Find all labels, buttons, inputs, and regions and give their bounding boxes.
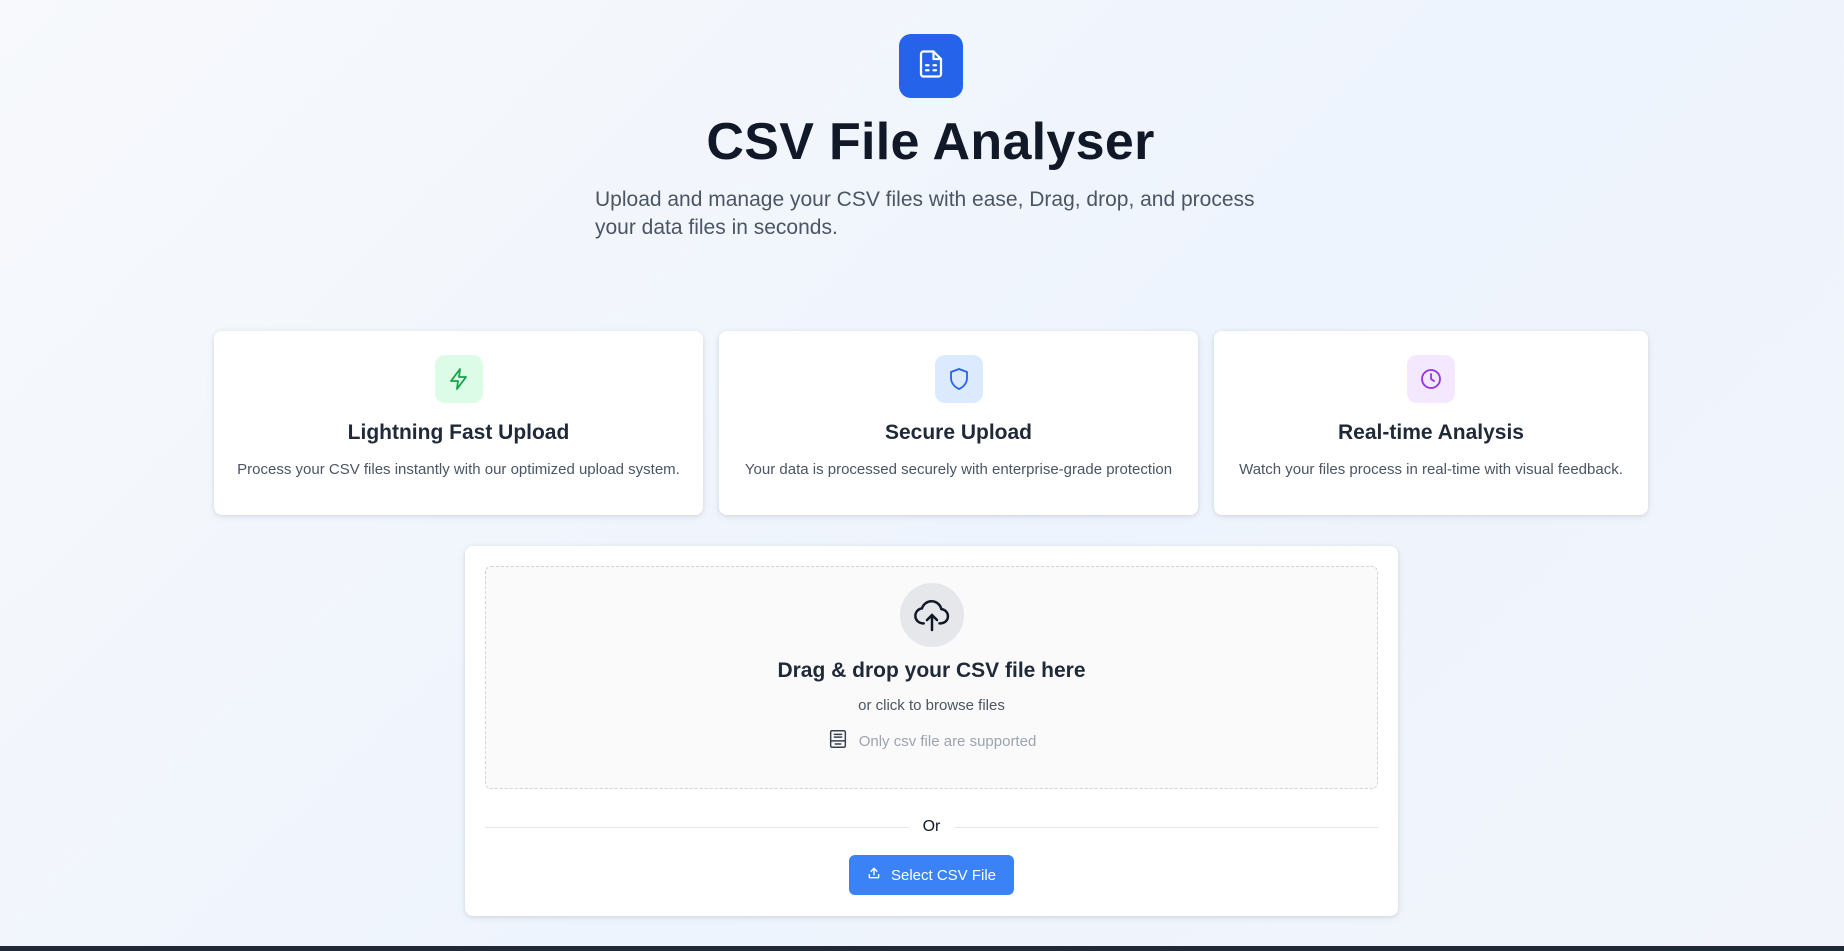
file-spreadsheet-icon — [916, 49, 946, 84]
page-subtitle: Upload and manage your CSV files with ea… — [595, 188, 1255, 239]
feature-description: Process your CSV files instantly with ou… — [237, 461, 680, 478]
file-dropzone[interactable]: Drag & drop your CSV file here or click … — [485, 566, 1378, 789]
feature-card-fast-upload: Lightning Fast Upload Process your CSV f… — [214, 331, 703, 515]
supported-format-note: Only csv file are supported — [486, 728, 1377, 754]
feature-title: Real-time Analysis — [1338, 421, 1524, 444]
upload-panel: Drag & drop your CSV file here or click … — [465, 546, 1398, 916]
file-archive-icon — [827, 728, 849, 754]
divider-text: Or — [922, 818, 941, 835]
supported-format-text: Only csv file are supported — [858, 732, 1037, 750]
select-csv-button[interactable]: Select CSV File — [849, 855, 1014, 895]
feature-card-realtime-analysis: Real-time Analysis Watch your files proc… — [1214, 331, 1648, 515]
dropzone-subtitle: or click to browse files — [858, 697, 1005, 714]
shield-icon — [934, 355, 983, 403]
upload-icon — [867, 866, 881, 884]
feature-card-secure-upload: Secure Upload Your data is processed sec… — [719, 331, 1198, 515]
feature-description: Your data is processed securely with ent… — [744, 461, 1173, 478]
feature-title: Lightning Fast Upload — [347, 421, 570, 444]
window-bottom-edge — [0, 946, 1844, 951]
or-divider: Or — [485, 817, 1378, 837]
lightning-icon — [434, 355, 483, 403]
cloud-upload-icon — [899, 583, 964, 647]
page-title: CSV File Analyser — [706, 113, 1155, 171]
divider-line — [954, 826, 1378, 828]
dropzone-title: Drag & drop your CSV file here — [777, 659, 1086, 682]
clock-icon — [1407, 355, 1455, 403]
feature-title: Secure Upload — [884, 421, 1033, 444]
divider-line — [485, 826, 909, 828]
select-csv-button-label: Select CSV File — [890, 866, 997, 884]
app-logo — [899, 34, 963, 98]
feature-description: Watch your files process in real-time wi… — [1239, 461, 1623, 478]
